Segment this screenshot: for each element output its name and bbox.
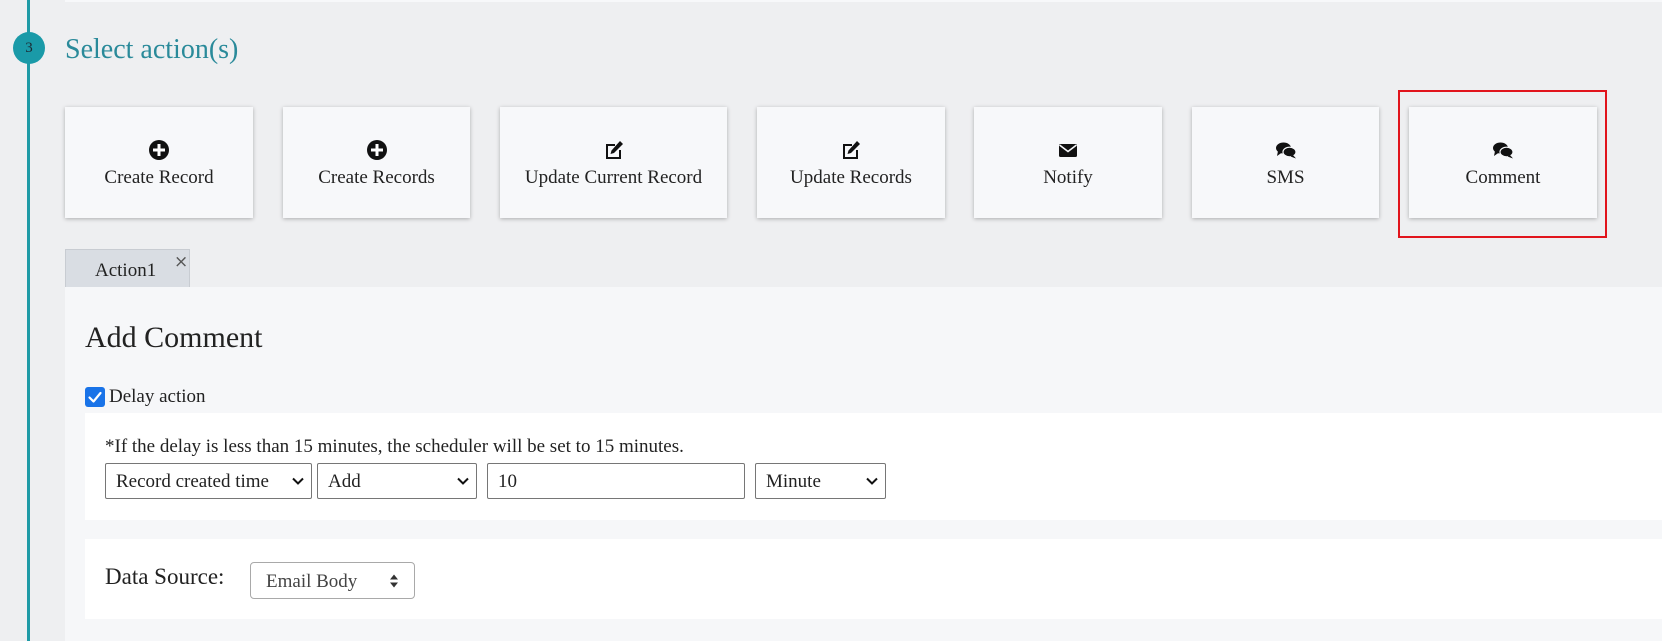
sms-card[interactable]: SMS [1192, 107, 1379, 218]
comments-icon [1275, 142, 1297, 159]
card-label: Update Records [790, 167, 912, 188]
tab-label: Action1 [95, 260, 157, 281]
input-value: 10 [498, 471, 517, 492]
chevron-down-icon [866, 477, 878, 485]
card-label: Comment [1465, 167, 1541, 188]
step-number-badge: 3 [13, 32, 45, 64]
data-source-select[interactable]: Email Body [250, 562, 415, 599]
select-value: Minute [766, 471, 821, 492]
previous-section-edge [65, 0, 1662, 2]
select-value: Email Body [266, 571, 358, 592]
create-record-card[interactable]: Create Record [65, 107, 253, 218]
unit-select[interactable]: Minute [755, 463, 886, 499]
panel-heading: Add Comment [85, 321, 263, 354]
data-source-box: Data Source: Email Body [85, 539, 1662, 619]
create-records-card[interactable]: Create Records [283, 107, 470, 218]
operation-select[interactable]: Add [317, 463, 477, 499]
card-label: SMS [1266, 167, 1305, 188]
notify-card[interactable]: Notify [974, 107, 1162, 218]
checkmark-icon [88, 391, 102, 403]
chevron-down-icon [292, 477, 304, 485]
close-icon[interactable]: × [174, 252, 188, 272]
delay-action-label: Delay action [109, 386, 206, 407]
edit-icon [605, 141, 623, 159]
comment-card[interactable]: Comment [1409, 107, 1597, 218]
update-records-card[interactable]: Update Records [757, 107, 945, 218]
data-source-label: Data Source: [105, 564, 225, 589]
edit-icon [843, 141, 860, 159]
action-panel: Add Comment Delay action *If the delay i… [65, 287, 1662, 641]
delay-amount-input[interactable]: 10 [487, 463, 745, 499]
delay-action-checkbox[interactable] [85, 387, 105, 407]
card-label: Notify [1043, 167, 1093, 188]
envelope-icon [1059, 144, 1077, 157]
delay-settings-box: *If the delay is less than 15 minutes, t… [85, 413, 1662, 520]
time-reference-select[interactable]: Record created time [105, 463, 312, 499]
sort-arrows-icon [390, 574, 398, 588]
select-value: Add [328, 471, 361, 492]
card-label: Update Current Record [524, 167, 703, 188]
plus-circle-icon [366, 140, 387, 160]
delay-note: *If the delay is less than 15 minutes, t… [105, 436, 684, 457]
chevron-down-icon [457, 477, 469, 485]
card-label: Create Records [318, 167, 435, 188]
select-value: Record created time [116, 471, 269, 492]
comments-icon [1493, 142, 1514, 159]
tab-action1[interactable]: Action1 × [65, 249, 190, 287]
timeline-line [27, 0, 30, 641]
update-current-record-card[interactable]: Update Current Record [500, 107, 727, 218]
plus-circle-icon [149, 140, 169, 160]
card-label: Create Record [104, 167, 214, 188]
section-title: Select action(s) [65, 34, 239, 65]
